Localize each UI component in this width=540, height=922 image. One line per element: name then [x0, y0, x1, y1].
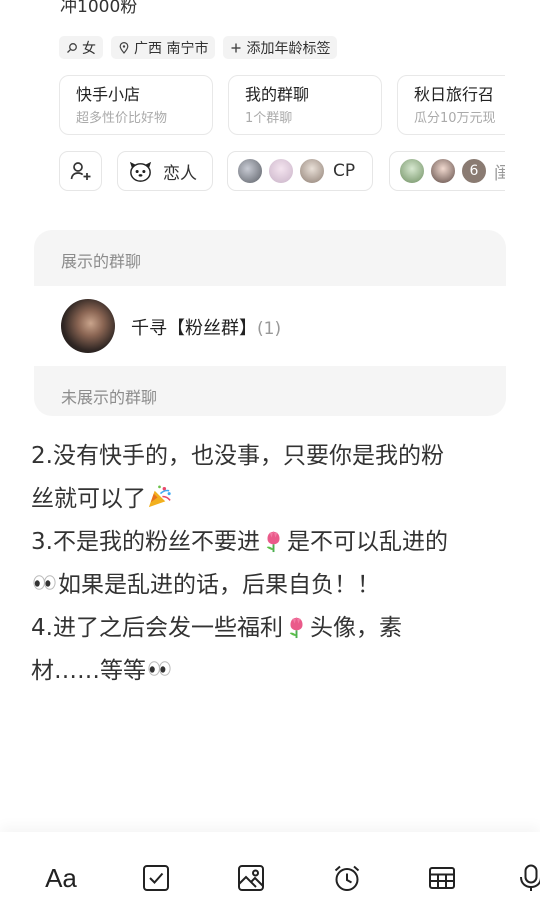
- avatar: [267, 157, 295, 185]
- tulip-icon: [289, 616, 303, 639]
- avatar: [236, 157, 264, 185]
- add-friend-button[interactable]: [59, 151, 102, 191]
- group-chat-row[interactable]: 千寻【粉丝群】(1): [34, 286, 506, 366]
- add-person-icon: [70, 162, 90, 180]
- checklist-button[interactable]: [138, 860, 174, 896]
- avatar: [398, 157, 426, 185]
- note-text: 4.进了之后会发一些福利: [31, 615, 283, 641]
- insert-image-button[interactable]: [233, 860, 269, 896]
- embedded-screenshot: 冲1000粉 女 广西 南宁市 添加年龄标签 快手小店 超多性价比好物 我的群聊: [0, 0, 540, 420]
- cut-off-text: 冲1000粉: [60, 0, 138, 17]
- gender-tag[interactable]: 女: [59, 36, 103, 59]
- search-icon: [67, 42, 77, 53]
- voice-input-button[interactable]: [516, 860, 540, 896]
- note-text: 3.不是我的粉丝不要进: [31, 529, 260, 555]
- lover-chip[interactable]: 恋人: [117, 151, 213, 191]
- note-text: 材……等等: [31, 658, 146, 684]
- feature-cards: 快手小店 超多性价比好物 我的群聊 1个群聊 秋日旅行召 瓜分10万元现: [59, 75, 505, 135]
- gender-label: 女: [82, 40, 96, 57]
- group-name: 千寻【粉丝群】: [131, 318, 257, 339]
- cp-label: CP: [333, 161, 356, 181]
- lover-label: 恋人: [163, 163, 197, 184]
- note-line: 材……等等: [31, 650, 511, 693]
- travel-event-card-subtitle: 瓜分10万元现: [414, 111, 496, 126]
- relationship-row: 恋人 CP 6 闺: [59, 151, 505, 191]
- avatar-count: 6: [460, 157, 488, 185]
- group-avatar: [61, 299, 115, 353]
- dog-face-icon: [129, 161, 152, 182]
- group-name-line: 千寻【粉丝群】(1): [131, 314, 281, 340]
- plus-icon: [231, 43, 241, 52]
- travel-event-card[interactable]: 秋日旅行召 瓜分10万元现: [397, 75, 505, 135]
- location-pin-icon: [119, 41, 129, 54]
- image-icon: [238, 865, 264, 891]
- note-editor: 冲1000粉 女 广西 南宁市 添加年龄标签 快手小店 超多性价比好物 我的群聊: [0, 0, 540, 922]
- avatar: [298, 157, 326, 185]
- shown-groups-header: 展示的群聊: [61, 252, 142, 271]
- checkbox-icon: [143, 865, 169, 891]
- eyes-icon: [33, 575, 56, 590]
- group-chat-card[interactable]: 我的群聊 1个群聊: [228, 75, 382, 135]
- group-chat-card-subtitle: 1个群聊: [245, 111, 293, 126]
- add-age-tag[interactable]: 添加年龄标签: [223, 36, 338, 59]
- text-style-button[interactable]: Aa: [43, 860, 79, 896]
- note-text: 如果是乱进的话，后果自负！！: [58, 572, 380, 598]
- group-member-count: (1): [257, 319, 282, 339]
- note-line: 如果是乱进的话，后果自负！！: [31, 564, 511, 607]
- eyes-icon: [148, 661, 171, 676]
- group-chat-panel: 展示的群聊 千寻【粉丝群】(1) 未展示的群聊: [34, 230, 506, 416]
- table-icon: [429, 867, 455, 889]
- location-tag[interactable]: 广西 南宁市: [111, 36, 216, 59]
- cp-chip[interactable]: CP: [227, 151, 373, 191]
- shop-card-subtitle: 超多性价比好物: [76, 111, 168, 126]
- reminder-button[interactable]: [329, 860, 365, 896]
- hidden-groups-header: 未展示的群聊: [61, 388, 158, 407]
- note-line: 4.进了之后会发一些福利 头像，素: [31, 607, 511, 650]
- note-line: 3.不是我的粉丝不要进 是不可以乱进的: [31, 521, 511, 564]
- shop-card-title: 快手小店: [76, 85, 141, 104]
- note-body[interactable]: 2.没有快手的，也没事，只要你是我的粉 丝就可以了 3.不是我的粉丝不要进 是不可…: [31, 435, 511, 693]
- add-age-label: 添加年龄标签: [246, 40, 331, 57]
- note-line: 2.没有快手的，也没事，只要你是我的粉: [31, 435, 511, 478]
- location-label: 广西 南宁市: [134, 40, 209, 57]
- text-style-label: Aa: [45, 862, 77, 893]
- group-chat-card-title: 我的群聊: [245, 85, 310, 104]
- note-text: 2.没有快手的，也没事，只要你是我的粉: [31, 443, 444, 469]
- microphone-icon: [520, 864, 540, 891]
- shop-card[interactable]: 快手小店 超多性价比好物: [59, 75, 213, 135]
- note-line: 丝就可以了: [31, 478, 511, 521]
- alarm-clock-icon: [334, 865, 360, 891]
- note-text: 头像，素: [309, 615, 402, 641]
- note-text: 丝就可以了: [31, 486, 146, 512]
- bestie-chip[interactable]: 6 闺: [389, 151, 505, 191]
- insert-table-button[interactable]: [424, 860, 460, 896]
- tulip-icon: [266, 530, 280, 553]
- avatar: [429, 157, 457, 185]
- editor-toolbar: Aa: [0, 832, 540, 922]
- note-text: 是不可以乱进的: [286, 529, 448, 555]
- travel-event-card-title: 秋日旅行召: [414, 85, 495, 104]
- bestie-label: 闺: [494, 159, 505, 184]
- profile-tags: 女 广西 南宁市 添加年龄标签: [59, 36, 338, 59]
- party-popper-icon: [148, 485, 171, 508]
